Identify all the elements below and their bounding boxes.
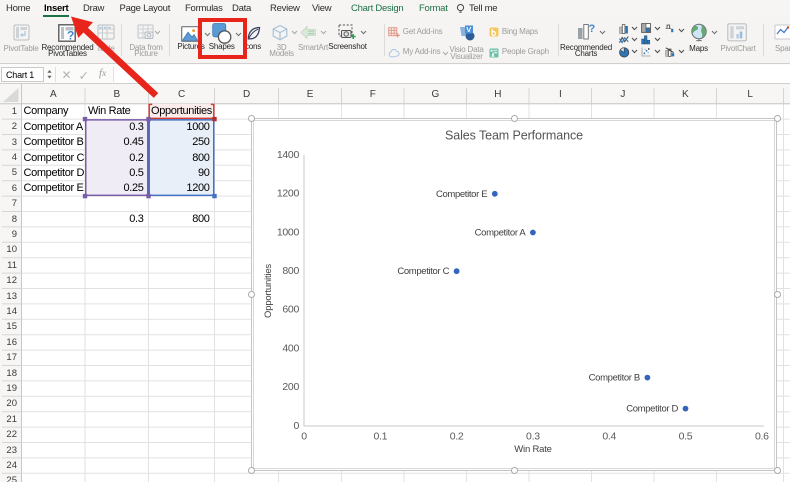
svg-text:0: 0 — [301, 431, 307, 443]
svg-text:0.6: 0.6 — [755, 431, 769, 443]
svg-text:Competitor E: Competitor E — [436, 189, 487, 200]
svg-text:?: ? — [588, 23, 595, 35]
svg-text:Opportunities: Opportunities — [263, 264, 274, 318]
svg-text:1400: 1400 — [277, 149, 300, 161]
svg-text:Sales Team Performance: Sales Team Performance — [445, 129, 583, 143]
svg-text:Competitor B: Competitor B — [589, 373, 640, 384]
svg-text:800: 800 — [282, 265, 299, 277]
svg-text:Competitor C: Competitor C — [397, 266, 449, 277]
svg-text:600: 600 — [282, 304, 299, 316]
svg-text:0.1: 0.1 — [373, 431, 387, 443]
svg-text:Win Rate: Win Rate — [514, 444, 551, 455]
svg-text:Competitor D: Competitor D — [626, 404, 678, 415]
svg-text:Competitor A: Competitor A — [475, 228, 527, 239]
svg-text:0.3: 0.3 — [526, 431, 540, 443]
svg-text:0: 0 — [293, 420, 299, 432]
svg-text:0.5: 0.5 — [679, 431, 693, 443]
svg-text:200: 200 — [282, 381, 299, 393]
svg-text:400: 400 — [282, 342, 299, 354]
svg-text:V: V — [466, 25, 471, 34]
svg-text:1000: 1000 — [277, 226, 300, 238]
svg-text:1200: 1200 — [277, 188, 300, 200]
svg-text:0.2: 0.2 — [450, 431, 464, 443]
svg-text:0.4: 0.4 — [602, 431, 616, 443]
